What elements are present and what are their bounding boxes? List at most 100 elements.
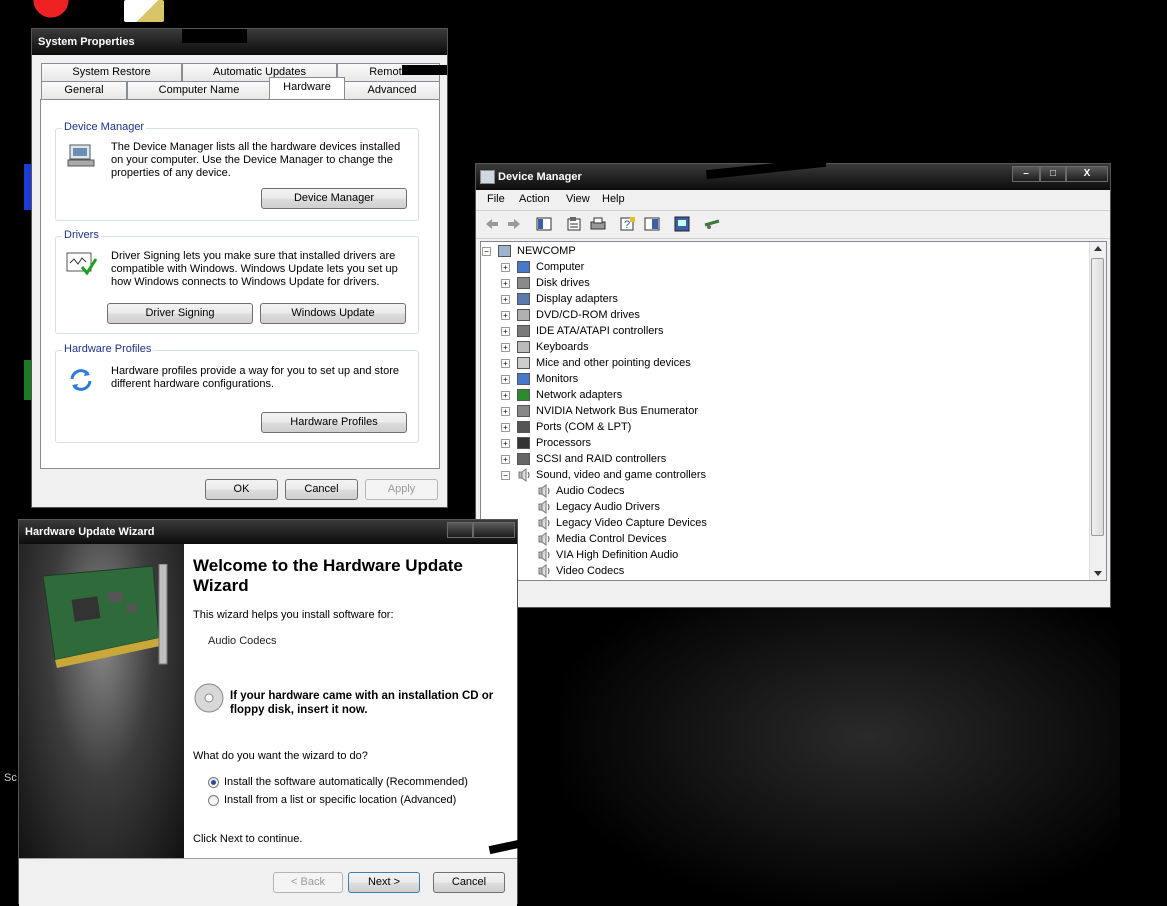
group-title: Hardware Profiles [62, 343, 154, 355]
tree-scrollbar[interactable] [1089, 242, 1106, 580]
expand-icon[interactable]: + [501, 295, 510, 304]
device-category-icon [517, 373, 530, 385]
collapse-icon[interactable]: − [482, 247, 491, 256]
speaker-icon [537, 532, 551, 546]
back-icon[interactable] [484, 216, 500, 232]
expand-icon[interactable]: + [501, 375, 510, 384]
speaker-icon [537, 548, 551, 562]
option-install-automatic-label[interactable]: Install the software automatically (Reco… [224, 776, 468, 788]
expand-icon[interactable]: + [501, 327, 510, 336]
tree-category[interactable]: + SCSI and RAID controllers [481, 451, 1081, 467]
window-title: System Properties [38, 36, 135, 48]
print-icon[interactable] [590, 216, 606, 232]
forward-icon[interactable] [506, 216, 522, 232]
driver-signing-button[interactable]: Driver Signing [107, 303, 253, 324]
help-icon[interactable]: ? [620, 216, 636, 232]
tree-category[interactable]: + Display adapters [481, 291, 1081, 307]
expand-icon[interactable]: + [501, 311, 510, 320]
tree-device[interactable]: Media Control Devices [481, 531, 1081, 547]
option-install-from-list-label[interactable]: Install from a list or specific location… [224, 794, 456, 806]
tree-category[interactable]: + Monitors [481, 371, 1081, 387]
maximize-button[interactable]: □ [1040, 166, 1066, 182]
device-manager-button[interactable]: Device Manager [261, 188, 407, 209]
hardware-profiles-button[interactable]: Hardware Profiles [261, 412, 407, 433]
computer-icon [498, 245, 511, 257]
device-category-icon [517, 325, 530, 337]
tree-node-label: DVD/CD-ROM drives [536, 309, 640, 321]
tree-category[interactable]: + Ports (COM & LPT) [481, 419, 1081, 435]
wizard-titlebar[interactable]: Hardware Update Wizard [19, 520, 517, 544]
desktop-icon-opera[interactable] [30, 0, 72, 20]
expand-icon[interactable]: + [501, 407, 510, 416]
tree-root-computer[interactable]: − NEWCOMP [481, 243, 1081, 259]
wizard-heading: Welcome to the Hardware Update Wizard [193, 556, 463, 595]
radio-install-automatic[interactable] [208, 777, 219, 788]
expand-icon[interactable]: + [501, 439, 510, 448]
tree-node-label: Ports (COM & LPT) [536, 421, 632, 433]
tab-general[interactable]: General [41, 81, 127, 100]
wizard-cancel-button[interactable]: Cancel [433, 872, 505, 893]
device-manager-window-icon [480, 170, 495, 184]
device-category-icon [517, 405, 530, 417]
wizard-caption-button[interactable] [447, 522, 473, 538]
menu-file[interactable]: File [487, 190, 505, 208]
tree-category[interactable]: + Network adapters [481, 387, 1081, 403]
tab-advanced[interactable]: Advanced [344, 81, 440, 100]
console-tree-icon[interactable] [536, 216, 552, 232]
next-button[interactable]: Next > [348, 872, 420, 893]
tree-device[interactable]: Video Codecs [481, 563, 1081, 579]
desktop-icon-document[interactable] [124, 0, 164, 22]
expand-icon[interactable]: + [501, 423, 510, 432]
scroll-up-arrow-icon[interactable] [1094, 246, 1102, 251]
properties-icon[interactable] [566, 216, 582, 232]
tree-device[interactable]: Audio Codecs [481, 483, 1081, 499]
speaker-icon [537, 516, 551, 530]
expand-icon[interactable]: + [501, 359, 510, 368]
radio-install-from-list[interactable] [208, 795, 219, 806]
expand-icon[interactable]: + [501, 391, 510, 400]
tab-system-restore[interactable]: System Restore [41, 63, 182, 82]
group-title: Device Manager [62, 121, 147, 133]
update-driver-icon[interactable] [674, 216, 690, 232]
tab-computer-name[interactable]: Computer Name [127, 81, 271, 100]
tree-node-label: SCSI and RAID controllers [536, 453, 667, 465]
tree-category[interactable]: + Processors [481, 435, 1081, 451]
tree-device[interactable]: Legacy Audio Drivers [481, 499, 1081, 515]
expand-icon[interactable]: + [501, 263, 510, 272]
tree-node-label: IDE ATA/ATAPI controllers [536, 325, 664, 337]
expand-icon[interactable]: + [501, 279, 510, 288]
windows-update-button[interactable]: Windows Update [260, 303, 406, 324]
tree-category[interactable]: + Computer [481, 259, 1081, 275]
tree-category[interactable]: + Mice and other pointing devices [481, 355, 1081, 371]
tree-device[interactable]: VIA High Definition Audio [481, 547, 1081, 563]
tree-node-label: Legacy Video Capture Devices [556, 517, 707, 529]
back-button[interactable]: < Back [273, 872, 343, 893]
collapse-icon[interactable]: − [501, 471, 510, 480]
tree-category[interactable]: − Sound, video and game controllers [481, 467, 1081, 483]
scroll-down-arrow-icon[interactable] [1094, 571, 1102, 576]
minimize-button[interactable]: – [1012, 166, 1040, 182]
tree-category[interactable]: + Keyboards [481, 339, 1081, 355]
close-button[interactable]: X [1066, 166, 1108, 182]
tree-category[interactable]: + NVIDIA Network Bus Enumerator [481, 403, 1081, 419]
apply-button[interactable]: Apply [365, 479, 438, 500]
expand-icon[interactable]: + [501, 455, 510, 464]
hardware-profiles-icon [68, 367, 94, 393]
tab-hardware[interactable]: Hardware [269, 77, 345, 99]
tree-device[interactable]: Legacy Video Capture Devices [481, 515, 1081, 531]
tree-category[interactable]: + Disk drives [481, 275, 1081, 291]
hardware-tab-page: Device Manager The Device Manager lists … [40, 99, 440, 469]
cancel-button[interactable]: Cancel [285, 479, 358, 500]
tree-category[interactable]: + DVD/CD-ROM drives [481, 307, 1081, 323]
ok-button[interactable]: OK [205, 479, 278, 500]
menu-view[interactable]: View [566, 190, 590, 208]
scan-icon[interactable] [644, 216, 660, 232]
speaker-icon [537, 564, 551, 578]
network-icon[interactable] [704, 216, 720, 232]
wizard-caption-button[interactable] [473, 522, 515, 538]
menu-help[interactable]: Help [602, 190, 625, 208]
scroll-thumb[interactable] [1091, 258, 1104, 536]
menu-action[interactable]: Action [519, 190, 550, 208]
tree-category[interactable]: + IDE ATA/ATAPI controllers [481, 323, 1081, 339]
expand-icon[interactable]: + [501, 343, 510, 352]
